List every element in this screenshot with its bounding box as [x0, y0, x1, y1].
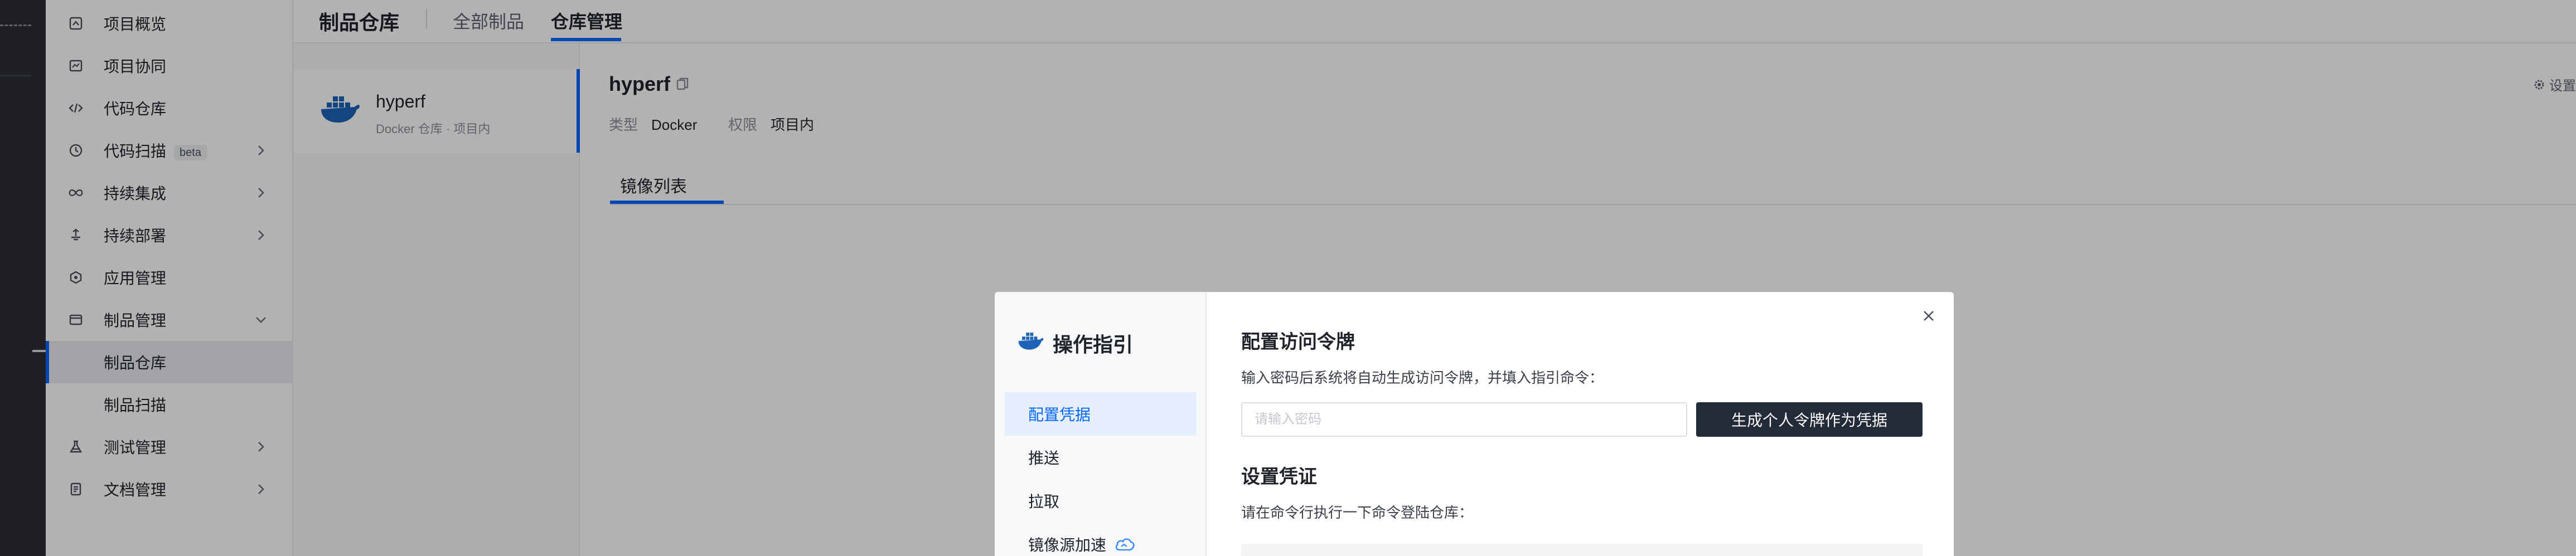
generate-token-button[interactable]: 生成个人令牌作为凭据 — [1696, 402, 1923, 437]
guide-step-nav: 操作指引 配置凭据 推送 拉取 镜像源加速 — [995, 292, 1207, 556]
operation-guide-dialog: 操作指引 配置凭据 推送 拉取 镜像源加速 配置访问令牌 输入密码后系统将自动生… — [995, 292, 1954, 556]
password-input[interactable] — [1241, 402, 1687, 437]
step-label: 拉取 — [1028, 493, 1060, 510]
step-configure-credentials[interactable]: 配置凭据 — [1005, 392, 1197, 436]
section-desc-credentials: 请在命令行执行一下命令登陆仓库： — [1241, 504, 1474, 521]
docker-icon — [1018, 333, 1044, 350]
step-push[interactable]: 推送 — [1005, 436, 1197, 479]
step-label: 推送 — [1028, 450, 1060, 467]
step-mirror-acceleration[interactable]: 镜像源加速 — [1005, 523, 1197, 556]
command-code-block — [1241, 544, 1923, 556]
section-desc-access-token: 输入密码后系统将自动生成访问令牌，并填入指引命令： — [1241, 369, 1604, 386]
cloud-icon — [1115, 538, 1135, 551]
step-label: 镜像源加速 — [1028, 537, 1107, 554]
dialog-title: 操作指引 — [1053, 333, 1134, 356]
close-icon[interactable] — [1920, 308, 1937, 324]
section-title-access-token: 配置访问令牌 — [1241, 331, 1355, 353]
section-title-credentials: 设置凭证 — [1241, 466, 1317, 487]
step-pull[interactable]: 拉取 — [1005, 479, 1197, 523]
step-label: 配置凭据 — [1028, 406, 1091, 423]
